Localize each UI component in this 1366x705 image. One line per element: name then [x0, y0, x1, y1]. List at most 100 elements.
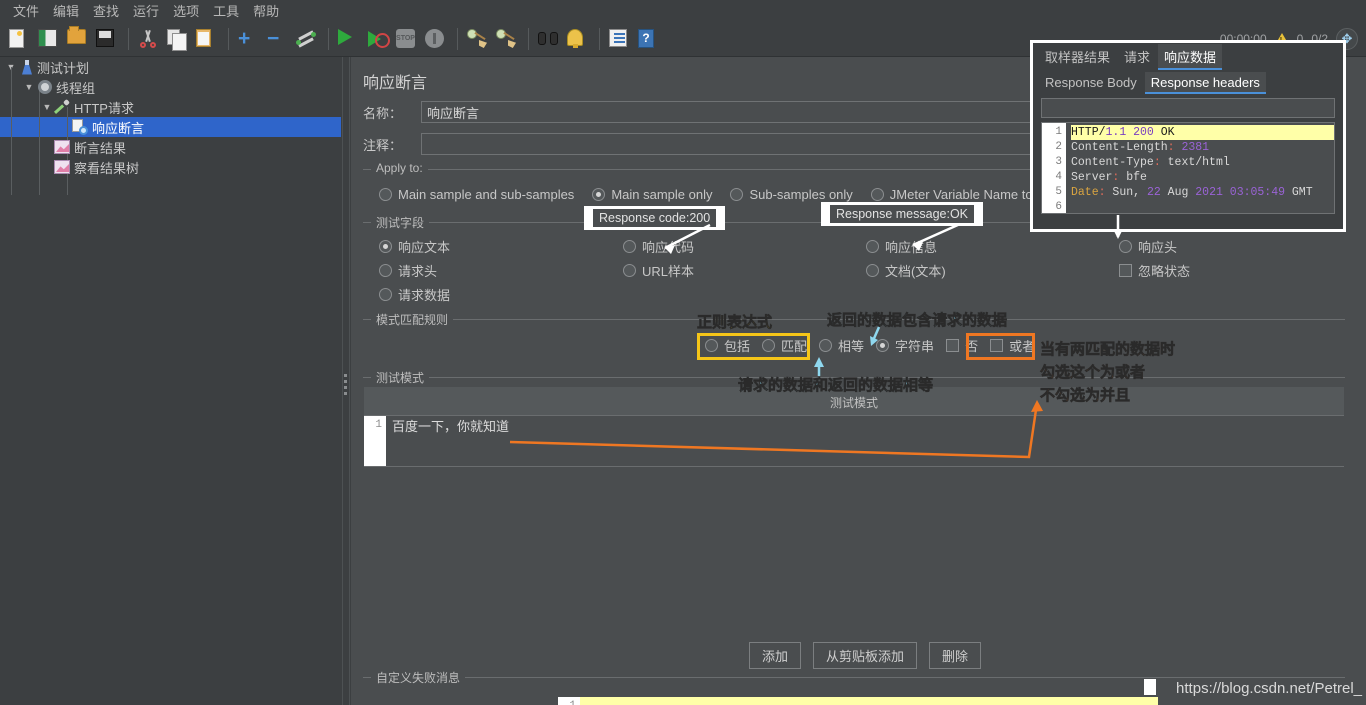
- test-patterns-editor[interactable]: 1 百度一下，你就知道: [364, 415, 1344, 467]
- menu-item-help[interactable]: 帮助: [246, 0, 286, 22]
- radio-icon[interactable]: [379, 187, 392, 201]
- menu-item-tools[interactable]: 工具: [206, 0, 246, 22]
- splitter-grip[interactable]: [344, 374, 348, 396]
- radio-icon[interactable]: [866, 239, 879, 253]
- custom-failure-editor[interactable]: 1: [558, 697, 1158, 705]
- tree-node-view-results-tree[interactable]: 察看结果树: [0, 157, 341, 177]
- radio-icon[interactable]: [1119, 239, 1132, 253]
- radio-icon[interactable]: [379, 287, 392, 301]
- checkbox-icon[interactable]: [1119, 263, 1132, 277]
- radio-response-message[interactable]: 响应信息: [866, 234, 946, 258]
- tab-sampler-result[interactable]: 取样器结果: [1039, 44, 1116, 69]
- gear-icon: [38, 80, 52, 94]
- menu-item-file[interactable]: 文件: [6, 0, 46, 22]
- search-icon[interactable]: [535, 26, 561, 52]
- start-icon[interactable]: [335, 26, 361, 52]
- code-content: HTTP/1.1 200 OK Content-Length: 2381 Conte…: [1066, 123, 1334, 213]
- open-file-icon[interactable]: [64, 26, 90, 52]
- radio-main-only[interactable]: Main sample only: [592, 187, 712, 202]
- checkbox-ignore-status[interactable]: 忽略状态: [1119, 258, 1190, 282]
- option-label: 响应信息: [885, 239, 938, 255]
- radio-document-text[interactable]: 文档(文本): [866, 258, 946, 282]
- response-search-input[interactable]: [1041, 98, 1335, 118]
- expand-all-icon[interactable]: +: [235, 26, 261, 52]
- toggle-icon[interactable]: [293, 26, 319, 52]
- tab-response-data[interactable]: 响应数据: [1158, 44, 1223, 70]
- radio-substring[interactable]: 字符串: [876, 336, 934, 355]
- test-patterns-column-header: 测试模式: [829, 396, 878, 410]
- tab-request[interactable]: 请求: [1118, 44, 1156, 69]
- custom-failure-group-title: 自定义失败消息: [371, 669, 466, 686]
- tree-node-response-assertion[interactable]: 响应断言: [0, 117, 341, 137]
- menu-item-options[interactable]: 选项: [166, 0, 206, 22]
- option-label: Sub-samples only: [749, 186, 853, 202]
- tree-node-assertion-results[interactable]: 断言结果: [0, 137, 341, 157]
- radio-icon[interactable]: [819, 339, 833, 352]
- cut-icon[interactable]: [135, 26, 161, 52]
- toolbar-divider: [457, 27, 458, 50]
- code-line: Content-Type: text/html: [1071, 156, 1230, 169]
- radio-icon[interactable]: [730, 187, 744, 201]
- radio-icon[interactable]: [379, 263, 392, 277]
- comment-label: 注释：: [363, 137, 403, 153]
- shutdown-icon[interactable]: [422, 26, 448, 52]
- radio-icon[interactable]: [623, 239, 636, 253]
- tree-node-http-request[interactable]: ▼ HTTP请求: [0, 97, 341, 117]
- save-icon[interactable]: [93, 26, 119, 52]
- radio-icon[interactable]: [866, 263, 879, 277]
- reset-search-icon[interactable]: [564, 26, 590, 52]
- radio-icon-selected[interactable]: [379, 239, 392, 253]
- page-title: 响应断言: [363, 75, 428, 92]
- chevron-down-icon[interactable]: ▼: [22, 82, 36, 92]
- stop-icon[interactable]: STOP: [393, 26, 419, 52]
- menu-item-edit[interactable]: 编辑: [46, 0, 86, 22]
- radio-sub-only[interactable]: Sub-samples only: [730, 186, 853, 202]
- editor-body[interactable]: [580, 697, 1158, 705]
- subtab-response-headers[interactable]: Response headers: [1144, 72, 1267, 94]
- menu-item-search[interactable]: 查找: [86, 0, 126, 22]
- tree-node-label: HTTP请求: [74, 100, 134, 116]
- radio-response-text[interactable]: 响应文本: [379, 234, 450, 258]
- new-document-icon[interactable]: [6, 26, 32, 52]
- copy-icon[interactable]: [164, 26, 190, 52]
- start-no-pauses-icon[interactable]: [364, 26, 390, 52]
- paste-icon[interactable]: [193, 26, 219, 52]
- editor-body[interactable]: 百度一下，你就知道: [386, 416, 1344, 466]
- tree-node-test-plan[interactable]: ▼ 测试计划: [0, 57, 341, 77]
- radio-icon-selected[interactable]: [876, 339, 890, 352]
- radio-response-code[interactable]: 响应代码: [623, 234, 694, 258]
- function-helper-icon[interactable]: [606, 26, 632, 52]
- subtab-response-body[interactable]: Response Body: [1039, 72, 1143, 93]
- radio-request-headers[interactable]: 请求头: [379, 258, 450, 282]
- panel-splitter[interactable]: [341, 57, 351, 705]
- radio-main-and-sub[interactable]: Main sample and sub-samples: [379, 187, 574, 202]
- apply-to-group-title: Apply to:: [371, 161, 428, 175]
- radio-equals[interactable]: 相等: [819, 336, 864, 355]
- pipette-icon: [54, 99, 70, 115]
- highlight-box-or: [966, 333, 1035, 360]
- radio-response-headers[interactable]: 响应头: [1119, 234, 1190, 258]
- chevron-down-icon[interactable]: ▼: [40, 102, 54, 112]
- tree-node-thread-group[interactable]: ▼ 线程组: [0, 77, 341, 97]
- option-label: 响应头: [1138, 239, 1178, 255]
- help-icon[interactable]: ?: [635, 26, 661, 52]
- radio-icon[interactable]: [623, 263, 636, 277]
- test-patterns-group-title: 测试模式: [371, 369, 430, 386]
- new-from-template-icon[interactable]: [35, 26, 61, 52]
- response-headers-code-area[interactable]: 1 2 3 4 5 6 HTTP/1.1 200 OK Content-Lengt…: [1041, 122, 1335, 214]
- radio-icon-selected[interactable]: [592, 187, 606, 201]
- radio-icon[interactable]: [870, 187, 884, 201]
- option-label: 相等: [838, 339, 865, 354]
- tree-node-label: 线程组: [56, 80, 96, 96]
- editor-line-numbers: 1: [364, 416, 386, 466]
- watermark-text: https://blog.csdn.net/Petrel_: [1176, 680, 1362, 697]
- watermark-block: [1144, 679, 1156, 695]
- checkbox-icon[interactable]: [946, 339, 960, 352]
- radio-request-data[interactable]: 请求数据: [379, 282, 450, 306]
- clear-icon[interactable]: [464, 26, 490, 52]
- menu-item-run[interactable]: 运行: [126, 0, 166, 22]
- collapse-all-icon[interactable]: −: [264, 26, 290, 52]
- radio-url-sample[interactable]: URL样本: [623, 258, 694, 282]
- clear-all-icon[interactable]: [493, 26, 519, 52]
